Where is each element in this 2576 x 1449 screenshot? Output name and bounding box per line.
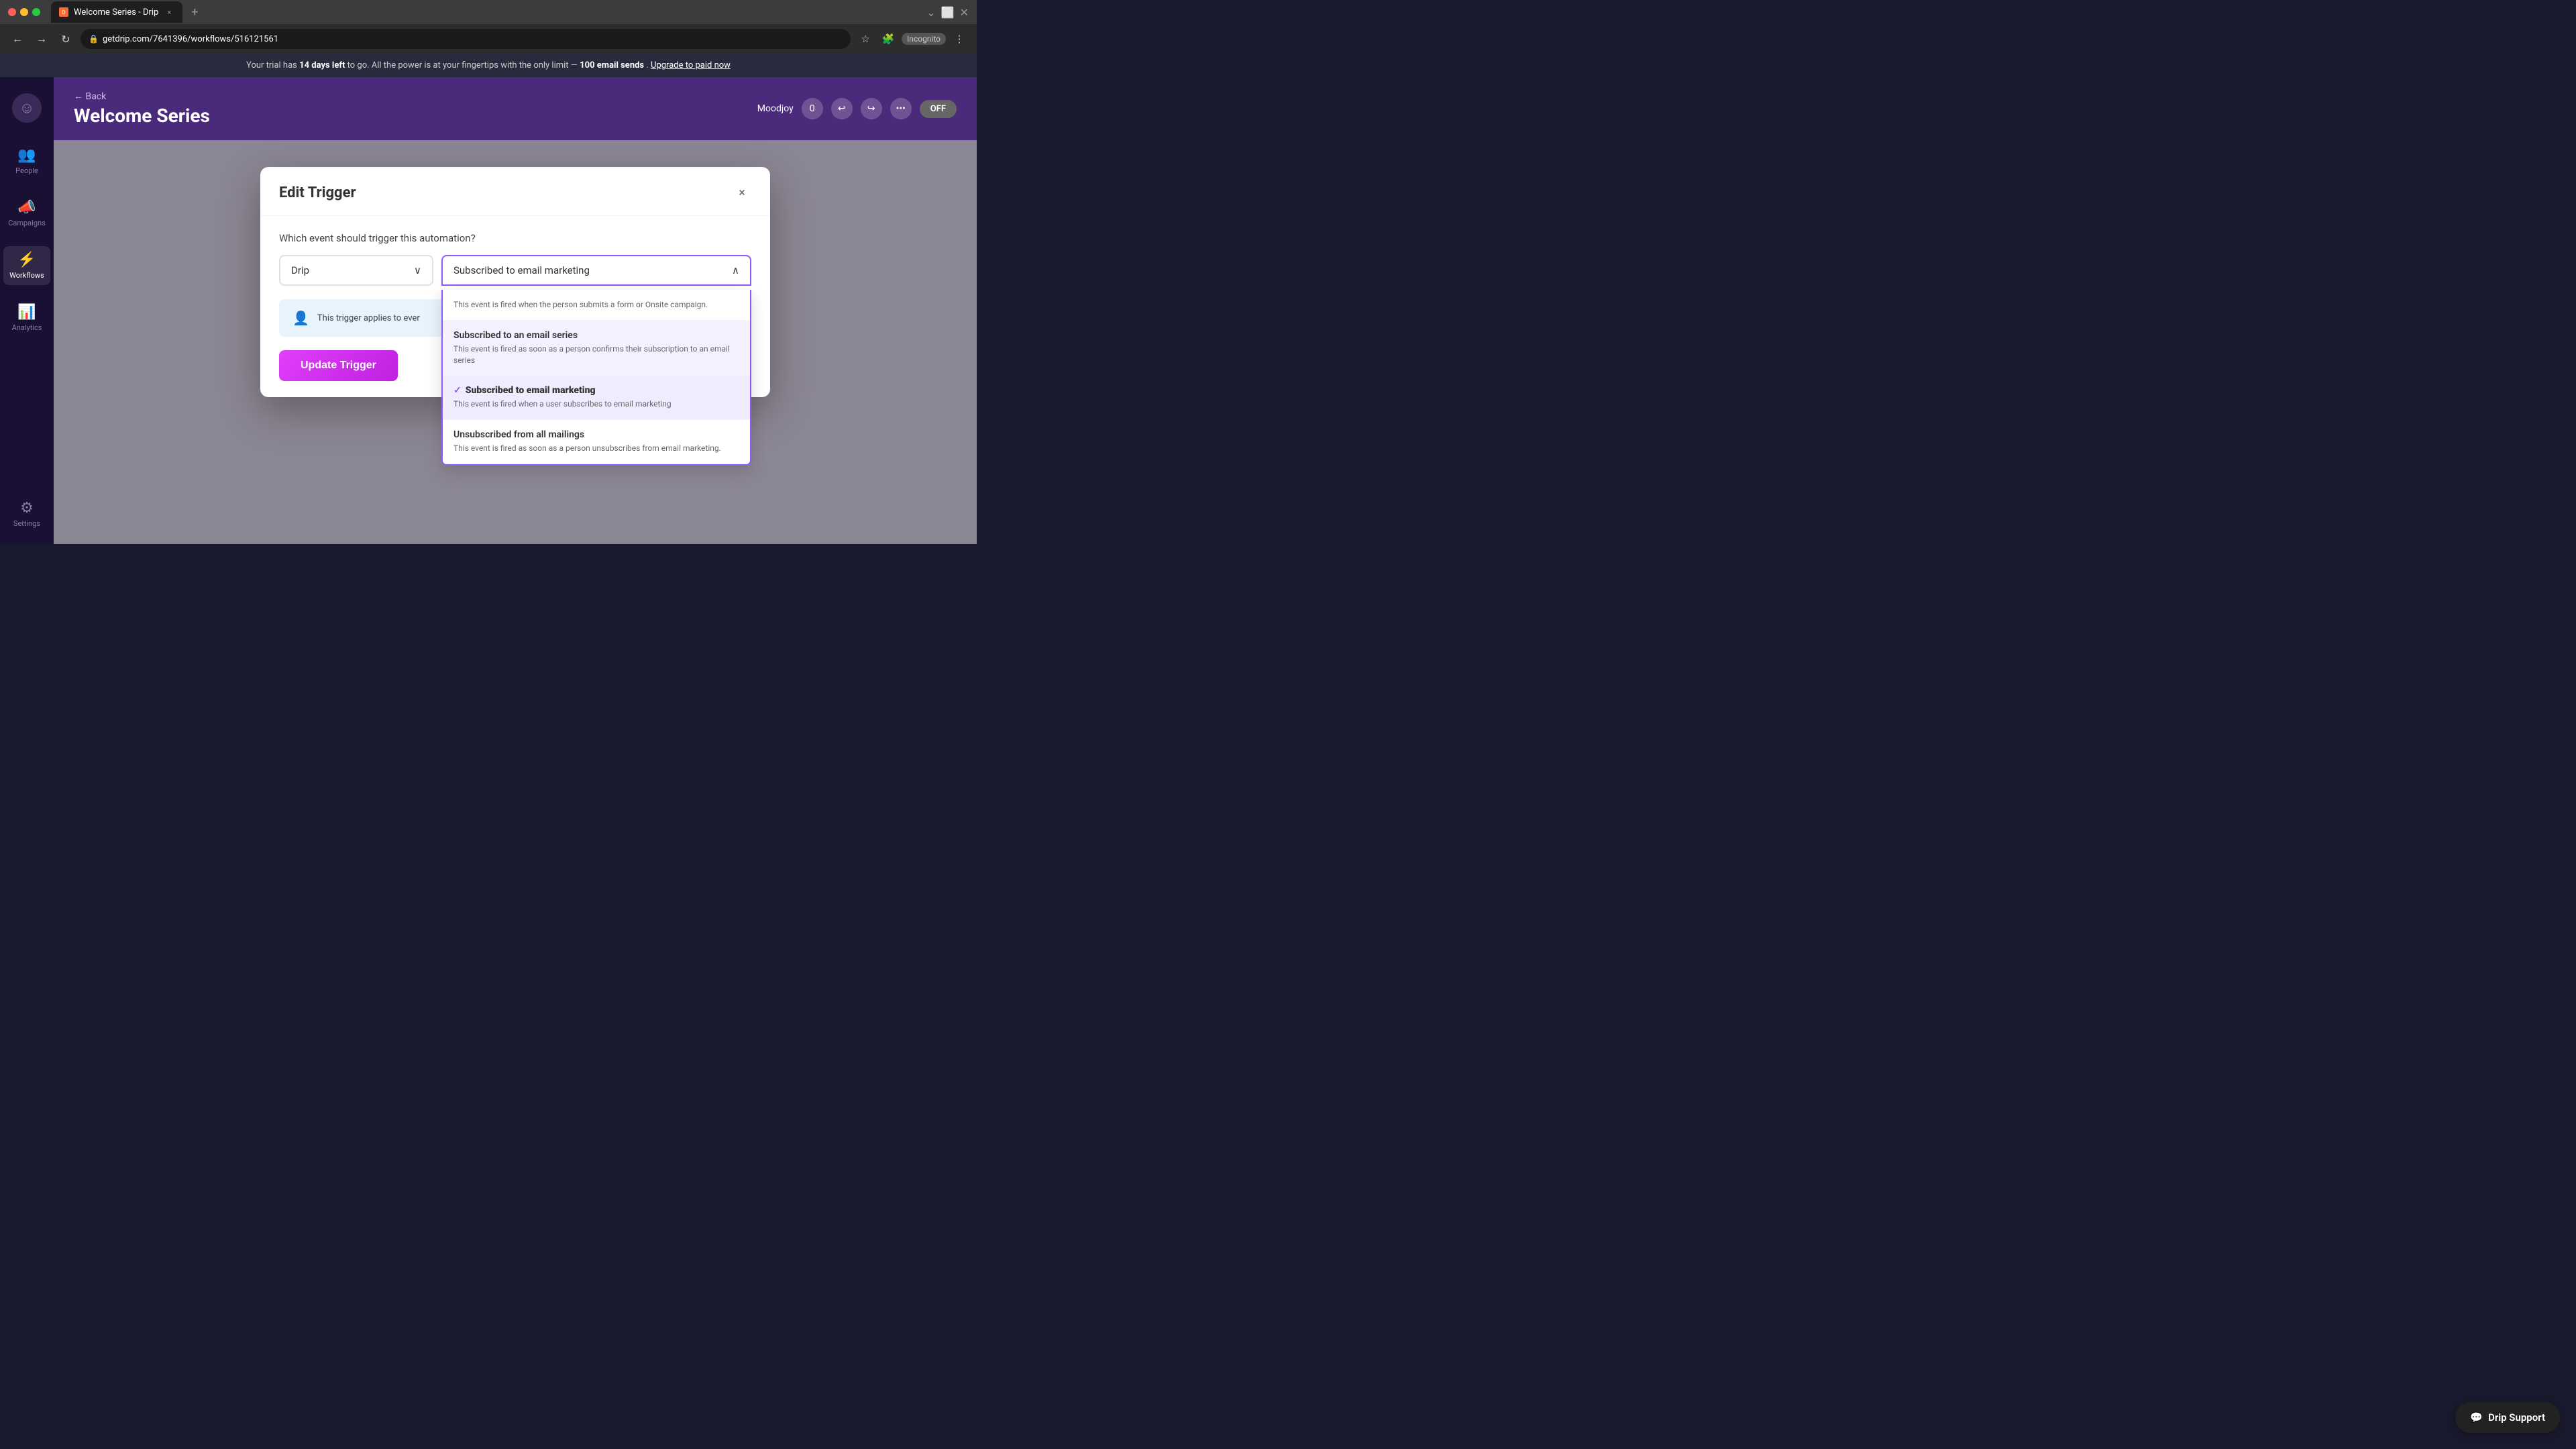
modal-header: Edit Trigger × [260,167,770,216]
trial-text-before: Your trial has [246,60,299,70]
trigger-info-text: This trigger applies to ever [317,313,420,323]
lock-icon: 🔒 [89,34,99,44]
header-actions: Moodjoy 0 ↩ ↪ ••• OFF [757,98,957,119]
modal-body: Which event should trigger this automati… [260,216,770,397]
new-tab-btn[interactable]: + [185,3,204,21]
trial-days: 14 days left [299,60,345,70]
modal-overlay[interactable]: Edit Trigger × Which event should trigge… [54,140,977,544]
trial-banner: Your trial has 14 days left to go. All t… [0,54,977,77]
modal-question: Which event should trigger this automati… [279,232,751,244]
sidebar-item-campaigns[interactable]: 📣 Campaigns [3,194,50,233]
window-minimize-btn[interactable] [20,8,28,16]
app-layout: ☺ 👥 People 📣 Campaigns ⚡ Workflows 📊 Ana… [0,77,977,544]
main-content: ← Back Welcome Series Moodjoy 0 ↩ ↪ ••• … [54,77,977,544]
drip-chevron-icon: ∨ [414,264,421,276]
tab-close-btn[interactable]: × [164,7,174,17]
browser-toolbar: ← → ↻ 🔒 getdrip.com/7641396/workflows/51… [0,24,977,54]
back-link[interactable]: ← Back [74,91,210,102]
restore-icon[interactable]: ⬜ [941,6,955,19]
step-count-badge: 0 [802,98,823,119]
avatar: ☺ [12,93,42,123]
bookmark-icon[interactable]: ☆ [856,30,875,48]
trigger-info-icon: 👤 [292,310,309,326]
trial-limit: 100 email sends [580,60,644,70]
sidebar-item-analytics-label: Analytics [12,323,42,332]
dropdown-item-email-series-desc: This event is fired as soon as a person … [453,343,739,366]
forward-btn[interactable]: → [32,30,51,48]
address-bar[interactable]: 🔒 getdrip.com/7641396/workflows/51612156… [80,29,851,49]
window-close-btn[interactable] [8,8,16,16]
dropdown-item-unsubscribed-title: Unsubscribed from all mailings [453,429,739,440]
workflows-icon: ⚡ [17,252,36,268]
drip-selector-label: Drip [291,264,309,276]
more-btn[interactable]: ••• [890,98,912,119]
event-selector-label: Subscribed to email marketing [453,264,590,276]
edit-trigger-modal: Edit Trigger × Which event should trigge… [260,167,770,397]
sidebar-item-campaigns-label: Campaigns [8,219,46,227]
modal-close-btn[interactable]: × [733,183,751,202]
sidebar-item-people[interactable]: 👥 People [3,142,50,180]
undo-btn[interactable]: ↩ [831,98,853,119]
sidebar-item-workflows-label: Workflows [9,271,44,280]
event-dropdown: This event is fired when the person subm… [441,290,751,466]
sidebar-item-workflows[interactable]: ⚡ Workflows [3,246,50,285]
event-selector[interactable]: Subscribed to email marketing ∧ [441,255,751,286]
dropdown-item-email-series[interactable]: Subscribed to an email series This event… [443,321,750,376]
minimize-icon[interactable]: ⌄ [926,6,935,19]
browser-titlebar: D Welcome Series - Drip × + ⌄ ⬜ ✕ [0,0,977,24]
sidebar-item-people-label: People [15,166,38,175]
redo-btn[interactable]: ↪ [861,98,882,119]
workflow-canvas: Send "Welcome... Total revenue $0.00 ACV… [54,140,977,544]
menu-icon[interactable]: ⋮ [950,30,969,48]
sidebar-item-avatar: ☺ [3,88,50,128]
upgrade-link[interactable]: Upgrade to paid now [651,60,731,70]
analytics-icon: 📊 [17,304,36,321]
dropdown-item-unsubscribed[interactable]: Unsubscribed from all mailings This even… [443,420,750,464]
settings-icon: ⚙ [20,500,34,517]
step-count: 0 [810,103,815,114]
browser-chrome: D Welcome Series - Drip × + ⌄ ⬜ ✕ ← → ↻ … [0,0,977,54]
people-icon: 👥 [17,147,36,164]
dropdown-item-unsubscribed-desc: This event is fired as soon as a person … [453,443,739,454]
toolbar-actions: ☆ 🧩 Incognito ⋮ [856,30,969,48]
browser-tabs: D Welcome Series - Drip × + [51,1,204,23]
sidebar-item-settings[interactable]: ⚙ Settings [3,494,50,533]
url-text: getdrip.com/7641396/workflows/516121561 [103,34,278,44]
tab-favicon: D [59,7,68,17]
page-title: Welcome Series [74,105,210,127]
dropdown-item-email-series-title: Subscribed to an email series [453,330,739,341]
dropdown-item-email-marketing-title: ✓ Subscribed to email marketing [453,385,739,396]
trial-text-middle: to go. All the power is at your fingerti… [347,60,580,70]
back-btn[interactable]: ← [8,30,27,48]
drip-selector[interactable]: Drip ∨ [279,255,433,286]
toggle-off-btn[interactable]: OFF [920,100,957,118]
tab-title: Welcome Series - Drip [74,7,158,17]
extension-icon[interactable]: 🧩 [879,30,898,48]
sidebar-item-settings-label: Settings [13,519,40,528]
event-chevron-icon: ∧ [732,264,739,276]
window-close-icon[interactable]: ✕ [960,6,969,19]
dropdown-item-email-marketing-desc: This event is fired when a user subscrib… [453,398,739,410]
page-header: ← Back Welcome Series Moodjoy 0 ↩ ↪ ••• … [54,77,977,140]
dropdown-item-email-marketing[interactable]: ✓ Subscribed to email marketing This eve… [443,376,750,420]
modal-title: Edit Trigger [279,184,356,201]
campaigns-icon: 📣 [17,199,36,216]
trigger-selectors: Drip ∨ Subscribed to email marketing ∧ [279,255,751,286]
active-tab[interactable]: D Welcome Series - Drip × [51,1,182,23]
window-maximize-btn[interactable] [32,8,40,16]
support-label: Drip Support [2488,1411,2545,1424]
incognito-badge: Incognito [902,33,946,45]
dropdown-item-form-submit-desc: This event is fired when the person subm… [453,299,739,311]
drip-support-btn[interactable]: 💬 Drip Support [2455,1402,2560,1433]
update-trigger-btn[interactable]: Update Trigger [279,350,398,381]
check-icon: ✓ [453,385,462,396]
sidebar: ☺ 👥 People 📣 Campaigns ⚡ Workflows 📊 Ana… [0,77,54,544]
sidebar-item-analytics[interactable]: 📊 Analytics [3,299,50,337]
header-user: Moodjoy [757,103,794,114]
reload-btn[interactable]: ↻ [56,30,75,48]
support-icon: 💬 [2470,1411,2483,1424]
dropdown-item-form-submit[interactable]: This event is fired when the person subm… [443,290,750,321]
